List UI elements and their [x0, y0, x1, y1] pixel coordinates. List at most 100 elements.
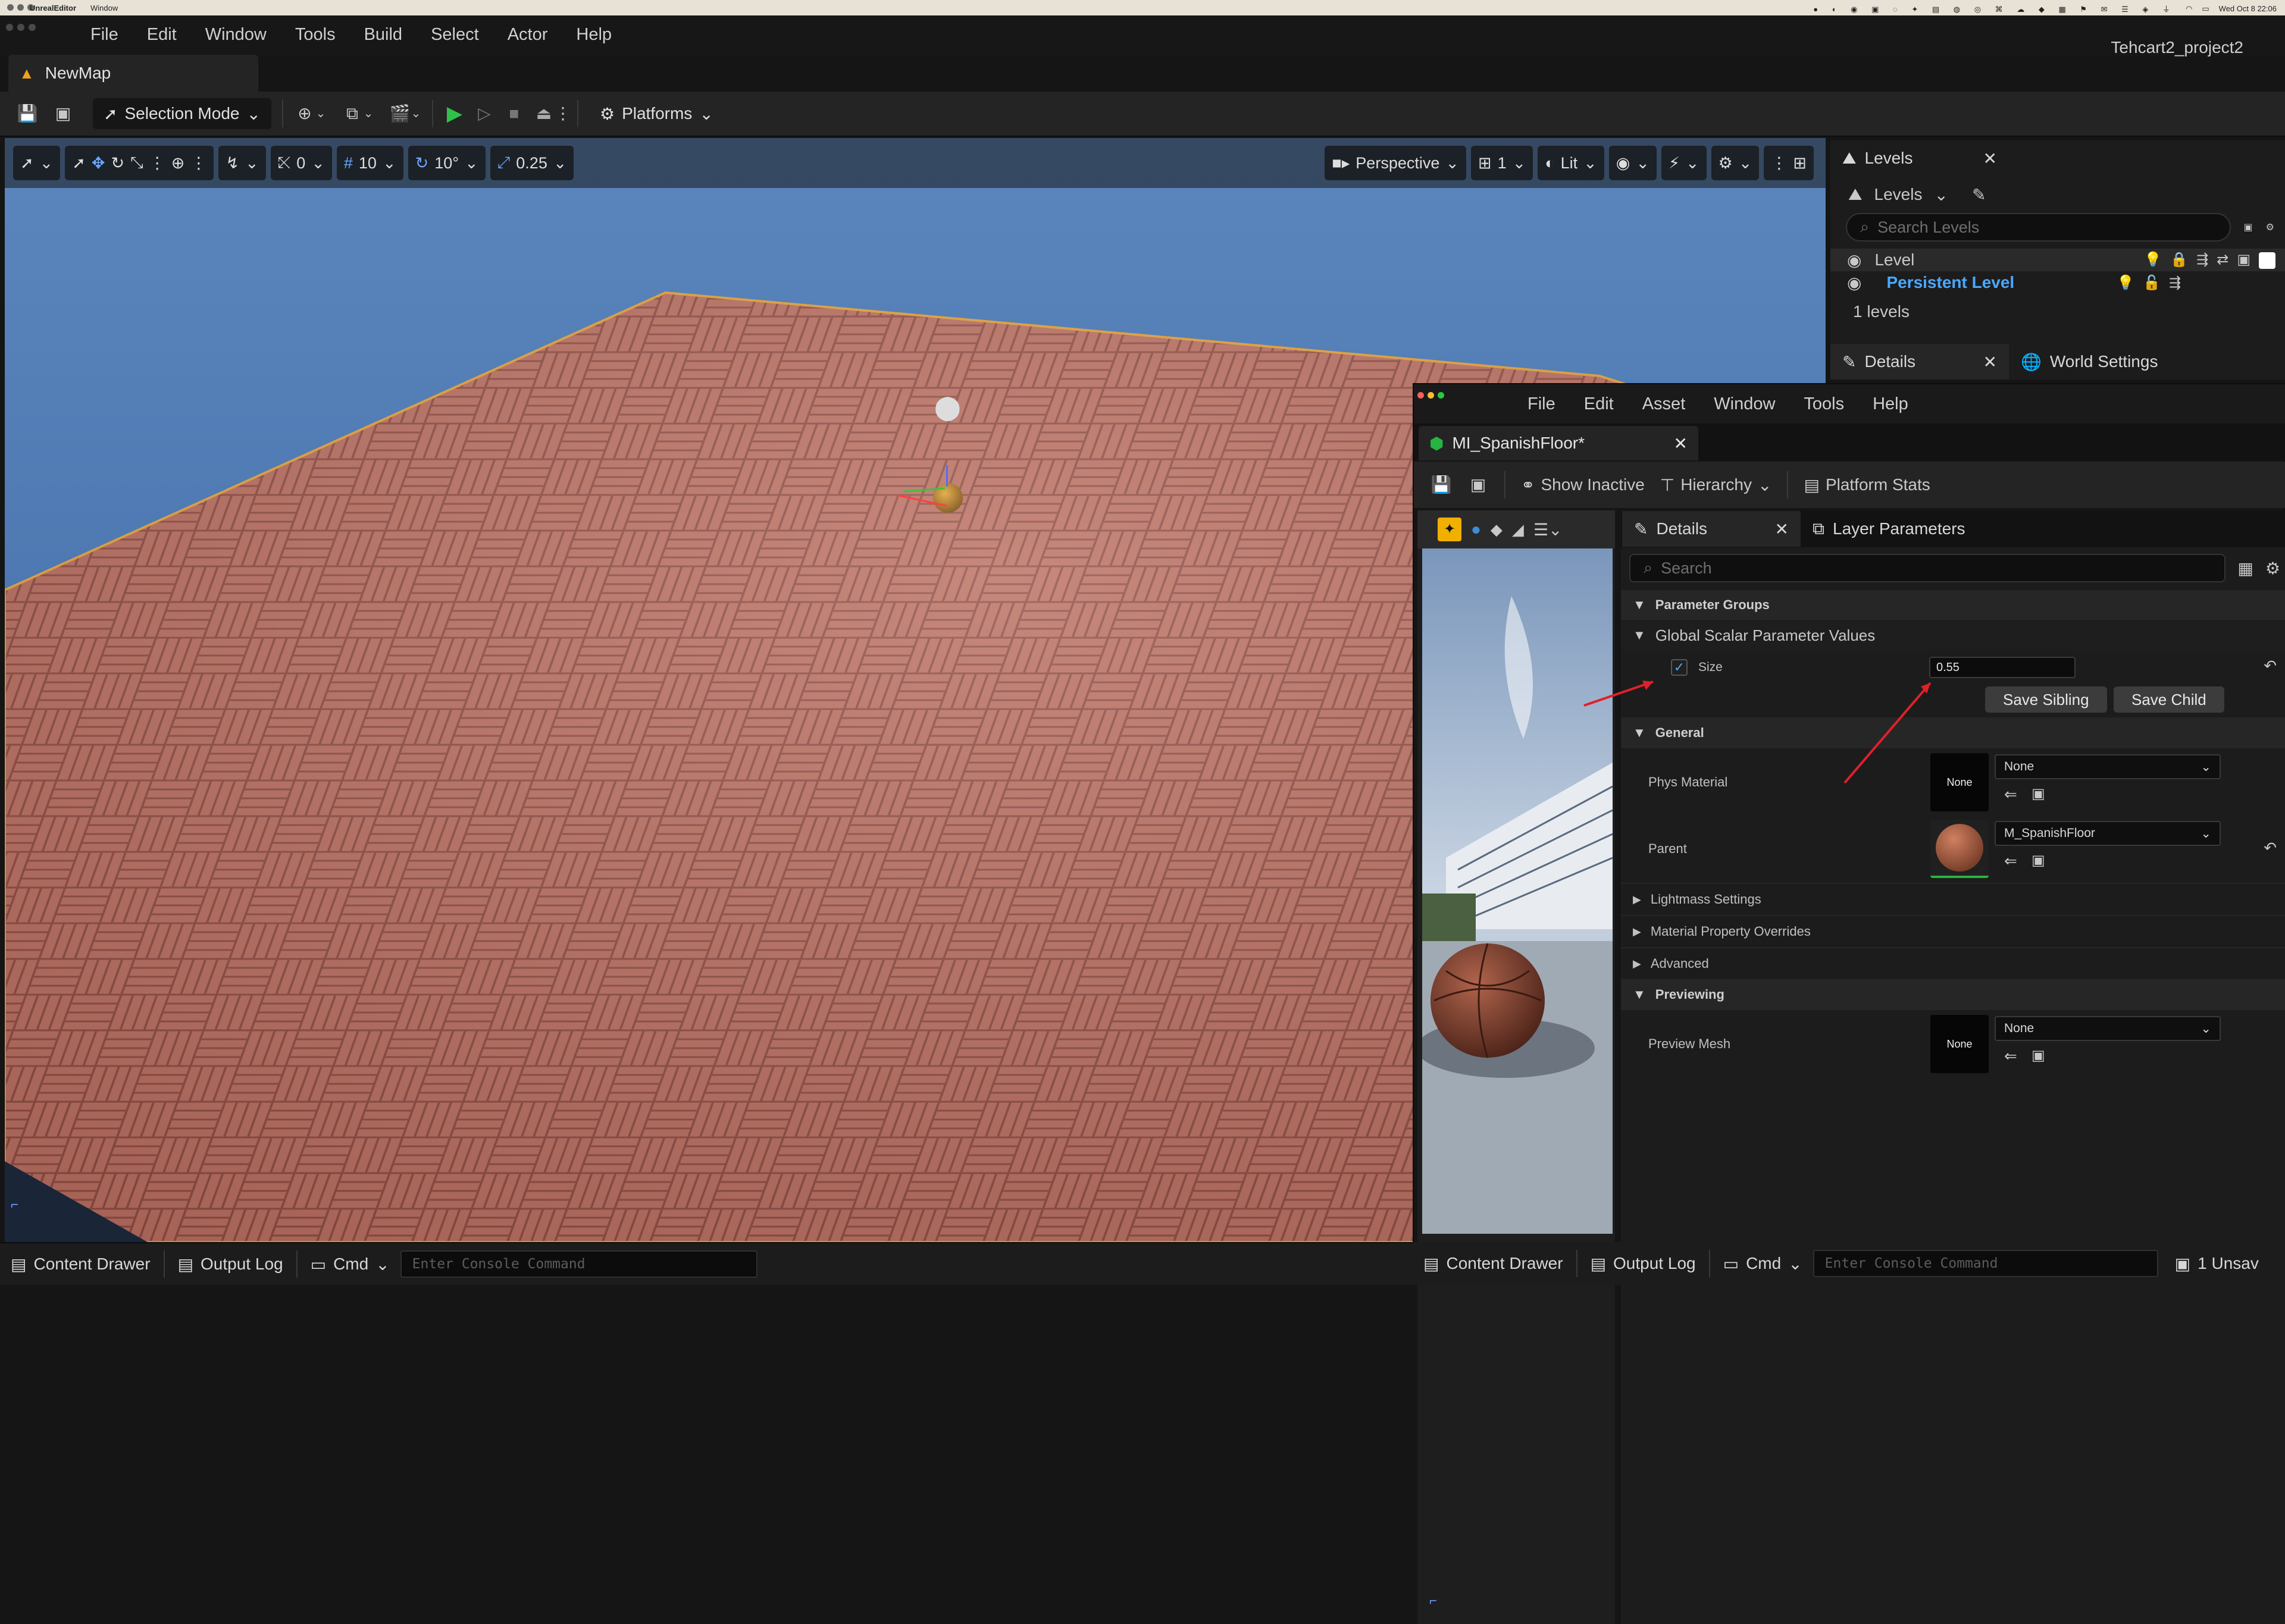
details-tab[interactable]: ✎ Details ✕ — [1830, 344, 2009, 380]
menu-actor[interactable]: Actor — [493, 25, 562, 45]
settings-dropdown[interactable]: ⚙ ⌄ — [1711, 146, 1760, 180]
console-input[interactable]: Enter Console Command — [400, 1250, 758, 1278]
mi-menu-file[interactable]: File — [1513, 394, 1570, 414]
layout-dropdown[interactable]: ⊞ 1 ⌄ — [1471, 146, 1533, 180]
select-icon[interactable]: ➚ — [72, 154, 86, 173]
map-tab[interactable]: ▲ NewMap — [8, 55, 258, 92]
macos-app-name[interactable]: UnrealEditor — [30, 4, 76, 12]
close-icon[interactable]: ✕ — [1983, 352, 1997, 372]
close-icon[interactable]: ✕ — [1674, 434, 1688, 453]
material-overrides-section[interactable]: ▶ Material Property Overrides — [1621, 915, 2285, 947]
more-options-icon[interactable]: ⋮ — [555, 103, 571, 124]
size-value-input[interactable]: 0.55 — [1929, 657, 2076, 678]
preview-mesh-thumb[interactable]: None — [1930, 1015, 1989, 1073]
menu-edit[interactable]: Edit — [133, 25, 191, 45]
mi-cmd-dropdown[interactable]: ▭ Cmd ⌄ — [1713, 1254, 1813, 1274]
chevron-down-icon[interactable]: ⌄ — [411, 103, 421, 124]
browse-icon[interactable]: ▣ — [2032, 852, 2045, 869]
platforms-dropdown[interactable]: ⚙ Platforms ⌄ — [589, 98, 724, 129]
scale-snap-button[interactable]: ⤢ 0.25 ⌄ — [490, 146, 574, 180]
new-folder-icon[interactable]: ▣ — [2244, 221, 2253, 233]
rotation-snap-button[interactable]: ↻ 10° ⌄ — [408, 146, 486, 180]
more-icon[interactable]: ⋮ — [190, 154, 206, 173]
close-icon[interactable]: ✕ — [1775, 519, 1789, 539]
battery-icon[interactable]: ▭ — [2202, 4, 2209, 14]
play-icon[interactable]: ▶ — [444, 103, 465, 124]
camera-icon[interactable]: ⬤ — [934, 394, 961, 421]
lightmass-section[interactable]: ▶ Lightmass Settings — [1621, 883, 2285, 915]
close-icon[interactable]: ✕ — [1983, 149, 1997, 168]
browse-icon[interactable]: ▣ — [2032, 785, 2045, 802]
edit-icon[interactable]: ✎ — [1972, 185, 1986, 205]
reset-arrow-icon[interactable]: ↶ — [2264, 657, 2277, 675]
eye-icon[interactable]: ◉ — [1847, 250, 1861, 270]
layer-parameters-tab[interactable]: ⧉ Layer Parameters — [1801, 511, 1977, 547]
mi-content-drawer-button[interactable]: ▤ Content Drawer — [1413, 1254, 1574, 1274]
perspective-dropdown[interactable]: ■▸ Perspective ⌄ — [1325, 146, 1466, 180]
macos-menu-window[interactable]: Window — [90, 4, 118, 12]
zoom-dot[interactable] — [1438, 391, 1444, 399]
hierarchy-dropdown[interactable]: ⊤ Hierarchy ⌄ — [1660, 475, 1772, 495]
cmd-dropdown[interactable]: ▭ Cmd ⌄ — [300, 1255, 400, 1274]
advanced-section[interactable]: ▶ Advanced — [1621, 947, 2285, 979]
eye-icon[interactable]: ◉ — [1847, 273, 1861, 293]
mi-menu-asset[interactable]: Asset — [1628, 394, 1700, 414]
hamburger-icon[interactable]: ☰⌄ — [1533, 520, 1563, 540]
use-selected-icon[interactable]: ⇐ — [2004, 852, 2017, 870]
gear-icon[interactable]: ⚙ — [2265, 559, 2280, 578]
eject-icon[interactable]: ⏏ — [533, 103, 555, 124]
selection-mode-dropdown[interactable]: ➚ Selection Mode ⌄ — [93, 98, 271, 129]
minimize-dot[interactable] — [17, 24, 24, 31]
world-settings-tab[interactable]: 🌐 World Settings — [2009, 344, 2170, 380]
save-icon[interactable]: 💾 — [1431, 474, 1452, 496]
phys-material-thumb[interactable]: None — [1930, 753, 1989, 811]
minimize-dot[interactable] — [1428, 391, 1434, 399]
selected-actor[interactable] — [897, 465, 969, 531]
rotate-icon[interactable]: ↻ — [111, 154, 125, 173]
general-section[interactable]: ▼ General — [1621, 717, 2285, 748]
zoom-dot[interactable] — [29, 24, 36, 31]
translate-icon[interactable]: ✥ — [92, 154, 105, 173]
reset-arrow-icon[interactable]: ↶ — [2264, 839, 2277, 857]
preview-mesh-dropdown[interactable]: None ⌄ — [1995, 1016, 2221, 1041]
add-actor-icon[interactable]: ⊕ — [294, 103, 315, 124]
viewport-options-button[interactable]: ➚ ⌄ — [13, 146, 61, 180]
surface-snap-value[interactable]: ⤪ 0 ⌄ — [270, 146, 332, 180]
mi-output-log-button[interactable]: ▤ Output Log — [1580, 1254, 1707, 1274]
use-selected-icon[interactable]: ⇐ — [2004, 1047, 2017, 1065]
lit-dropdown[interactable]: ◐ Lit ⌄ — [1538, 146, 1604, 180]
more-icon[interactable]: ⋮ — [149, 154, 165, 173]
table-view-icon[interactable]: ▦ — [2237, 559, 2253, 578]
unsaved-button[interactable]: ▣ 1 Unsav — [2164, 1254, 2270, 1274]
mi-menu-window[interactable]: Window — [1699, 394, 1789, 414]
save-child-button[interactable]: Save Child — [2114, 686, 2224, 713]
preview-options-icon[interactable]: ✦ — [1438, 518, 1461, 541]
size-checkbox[interactable]: ✓ — [1671, 659, 1688, 676]
parent-dropdown[interactable]: M_SpanishFloor ⌄ — [1995, 821, 2221, 846]
mi-search-input[interactable]: ⌕ Search — [1629, 554, 2226, 582]
cinematics-icon[interactable]: 🎬 — [389, 103, 411, 124]
menu-help[interactable]: Help — [562, 25, 626, 45]
menu-file[interactable]: File — [76, 25, 133, 45]
levels-dropdown[interactable]: Levels — [1874, 185, 1923, 204]
mi-asset-tab[interactable]: ⬢ MI_SpanishFloor* ✕ — [1419, 426, 1698, 460]
close-dot[interactable] — [6, 24, 13, 31]
mi-menu-tools[interactable]: Tools — [1789, 394, 1858, 414]
mi-preview-viewport[interactable]: ✦ ● ◆ ◢ ☰⌄ ⌐ — [1417, 510, 1615, 1624]
browse-icon[interactable]: ▣ — [1467, 474, 1489, 496]
wifi-icon[interactable]: ◠ — [2186, 4, 2192, 14]
close-dot[interactable] — [1417, 391, 1424, 399]
sphere-icon[interactable]: ● — [1471, 520, 1481, 539]
gear-icon[interactable]: ⚙ — [2266, 221, 2274, 233]
output-log-button[interactable]: ▤ Output Log — [167, 1255, 294, 1274]
save-icon[interactable]: 💾 — [17, 103, 38, 124]
menu-select[interactable]: Select — [417, 25, 493, 45]
menu-window[interactable]: Window — [191, 25, 281, 45]
viewport-extra[interactable]: ⋮ ⊞ — [1764, 146, 1814, 180]
use-selected-icon[interactable]: ⇐ — [2004, 785, 2017, 804]
world-local-icon[interactable]: ⊕ — [171, 154, 185, 173]
blueprint-icon[interactable]: ⧉ — [342, 103, 363, 124]
plane-icon[interactable]: ◢ — [1512, 521, 1524, 539]
save-sibling-button[interactable]: Save Sibling — [1985, 686, 2107, 713]
browse-icon[interactable]: ▣ — [52, 103, 74, 124]
